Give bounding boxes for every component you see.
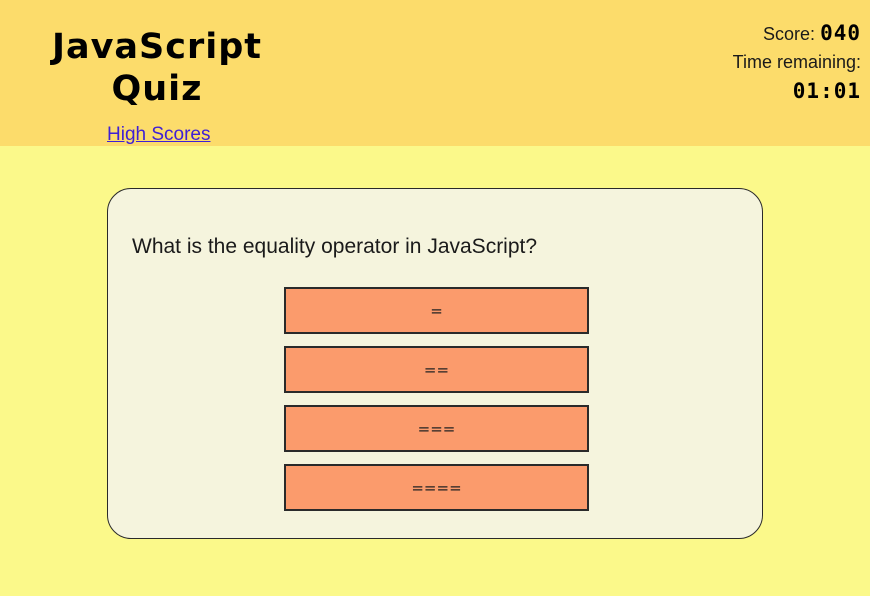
page-header: JavaScript Quiz High Scores Score: 040 T… [0,0,870,146]
quiz-card: What is the equality operator in JavaScr… [107,188,763,539]
high-scores-link[interactable]: High Scores [107,124,211,146]
answer-button-1[interactable]: = [284,287,589,334]
answer-button-3[interactable]: === [284,405,589,452]
time-remaining-value: 01:01 [792,79,861,103]
score-value: 040 [820,21,861,45]
time-remaining-label: Time remaining: [732,52,861,72]
answer-list: = == === ==== [284,287,589,523]
score-label: Score: [763,24,816,44]
answer-button-4[interactable]: ==== [284,464,589,511]
timer-line: 01:01 [733,78,861,107]
score-line: Score: 040 [733,20,861,49]
time-line: Time remaining: [733,49,861,78]
page-title: JavaScript Quiz [51,27,263,109]
question-text: What is the equality operator in JavaScr… [132,235,538,258]
answer-button-2[interactable]: == [284,346,589,393]
stats-panel: Score: 040 Time remaining: 01:01 [733,20,861,107]
